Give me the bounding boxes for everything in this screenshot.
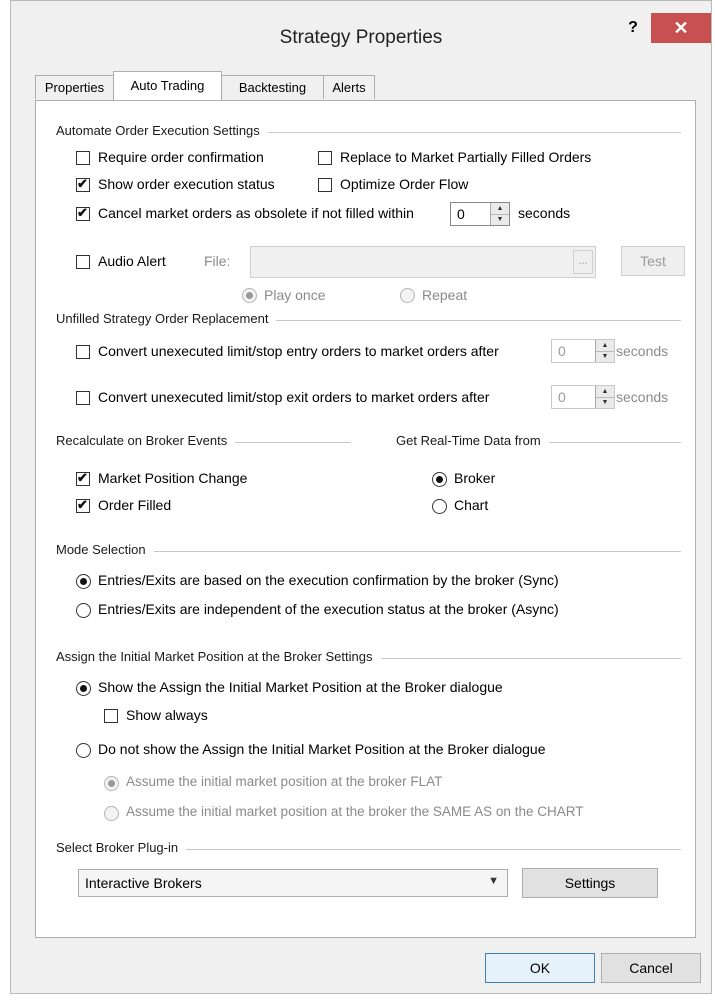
- cancel-obsolete-value: 0: [457, 206, 465, 222]
- automate-group-title: Automate Order Execution Settings: [56, 123, 268, 138]
- exit-convert-checkbox[interactable]: [76, 391, 90, 405]
- tab-properties[interactable]: Properties: [35, 75, 114, 99]
- mode-async-label: Entries/Exits are independent of the exe…: [98, 601, 559, 617]
- stepper-down-icon[interactable]: ▼: [596, 351, 614, 362]
- mode-sync-radio[interactable]: [76, 574, 91, 589]
- show-status-label: Show order execution status: [98, 176, 275, 192]
- cancel-obsolete-checkbox[interactable]: [76, 205, 90, 221]
- no-dialog-label: Do not show the Assign the Initial Marke…: [98, 741, 546, 757]
- entry-convert-checkbox[interactable]: [76, 345, 90, 359]
- repeat-label: Repeat: [422, 287, 468, 303]
- require-confirmation-label: Require order confirmation: [98, 149, 264, 165]
- play-once-label: Play once: [264, 287, 326, 303]
- assume-flat-label: Assume the initial market position at th…: [126, 774, 443, 789]
- assume-flat-radio[interactable]: [104, 776, 119, 791]
- cancel-button[interactable]: Cancel: [601, 953, 701, 983]
- exit-convert-unit: seconds: [616, 389, 669, 405]
- dialog-title: Strategy Properties: [279, 27, 443, 48]
- help-button[interactable]: ?: [623, 19, 643, 37]
- entry-convert-value: 0: [558, 343, 566, 359]
- show-status-checkbox[interactable]: [76, 176, 90, 192]
- assume-same-label: Assume the initial market position at th…: [126, 804, 584, 819]
- audio-alert-checkbox[interactable]: [76, 255, 90, 269]
- cancel-obsolete-unit: seconds: [518, 205, 571, 221]
- repeat-radio[interactable]: [400, 288, 415, 303]
- plugin-settings-button[interactable]: Settings: [522, 868, 658, 898]
- position-change-label: Market Position Change: [98, 470, 248, 486]
- require-confirmation-checkbox[interactable]: [76, 151, 90, 165]
- replace-market-checkbox[interactable]: [318, 151, 332, 165]
- test-button[interactable]: Test: [621, 246, 685, 276]
- exit-convert-value: 0: [558, 389, 566, 405]
- show-always-label: Show always: [126, 707, 208, 723]
- optimize-flow-checkbox[interactable]: [318, 178, 332, 192]
- recalc-group-title: Recalculate on Broker Events: [56, 433, 236, 448]
- close-icon: ✕: [673, 18, 689, 38]
- realtime-chart-label: Chart: [454, 497, 489, 513]
- exit-convert-label: Convert unexecuted limit/stop exit order…: [98, 389, 490, 405]
- audio-file-field[interactable]: ...: [250, 246, 596, 278]
- mode-group-title: Mode Selection: [56, 542, 154, 557]
- strategy-properties-dialog: Strategy Properties ? ✕ Properties Auto …: [10, 0, 712, 994]
- entry-convert-label: Convert unexecuted limit/stop entry orde…: [98, 343, 499, 359]
- auto-trading-panel: Automate Order Execution Settings Requir…: [35, 100, 696, 938]
- file-label: File:: [204, 253, 231, 269]
- tab-auto-trading[interactable]: Auto Trading: [113, 71, 222, 100]
- chevron-down-icon: ▼: [488, 875, 499, 887]
- cancel-obsolete-stepper[interactable]: 0 ▲ ▼: [450, 202, 510, 226]
- optimize-flow-label: Optimize Order Flow: [340, 176, 469, 192]
- show-always-checkbox[interactable]: [104, 709, 118, 723]
- assume-same-radio[interactable]: [104, 806, 119, 821]
- tab-alerts[interactable]: Alerts: [323, 75, 375, 99]
- show-dialog-radio[interactable]: [76, 681, 91, 696]
- ok-button[interactable]: OK: [485, 953, 595, 983]
- order-filled-checkbox[interactable]: [76, 497, 90, 513]
- mode-sync-label: Entries/Exits are based on the execution…: [98, 572, 559, 588]
- stepper-down-icon[interactable]: ▼: [596, 397, 614, 408]
- replace-market-label: Replace to Market Partially Filled Order…: [340, 149, 592, 165]
- audio-alert-label: Audio Alert: [98, 253, 166, 269]
- play-once-radio[interactable]: [242, 288, 257, 303]
- cancel-obsolete-label: Cancel market orders as obsolete if not …: [98, 205, 414, 221]
- unfilled-group-title: Unfilled Strategy Order Replacement: [56, 311, 277, 326]
- show-dialog-label: Show the Assign the Initial Market Posit…: [98, 679, 503, 695]
- exit-convert-stepper[interactable]: 0 ▲ ▼: [551, 385, 615, 409]
- assign-group-title: Assign the Initial Market Position at th…: [56, 649, 381, 664]
- no-dialog-radio[interactable]: [76, 743, 91, 758]
- title-bar: Strategy Properties ? ✕: [11, 1, 711, 73]
- order-filled-label: Order Filled: [98, 497, 172, 513]
- close-button[interactable]: ✕: [651, 13, 711, 43]
- stepper-down-icon[interactable]: ▼: [491, 214, 509, 225]
- tab-backtesting[interactable]: Backtesting: [221, 75, 324, 99]
- broker-plugin-select[interactable]: Interactive Brokers ▼: [78, 869, 508, 897]
- plugin-group-title: Select Broker Plug-in: [56, 840, 187, 855]
- broker-plugin-value: Interactive Brokers: [85, 875, 202, 891]
- realtime-chart-radio[interactable]: [432, 499, 447, 514]
- browse-button[interactable]: ...: [573, 250, 593, 274]
- realtime-broker-label: Broker: [454, 470, 496, 486]
- realtime-group-title: Get Real-Time Data from: [396, 433, 549, 448]
- entry-convert-unit: seconds: [616, 343, 669, 359]
- realtime-broker-radio[interactable]: [432, 472, 447, 487]
- position-change-checkbox[interactable]: [76, 470, 90, 486]
- mode-async-radio[interactable]: [76, 603, 91, 618]
- entry-convert-stepper[interactable]: 0 ▲ ▼: [551, 339, 615, 363]
